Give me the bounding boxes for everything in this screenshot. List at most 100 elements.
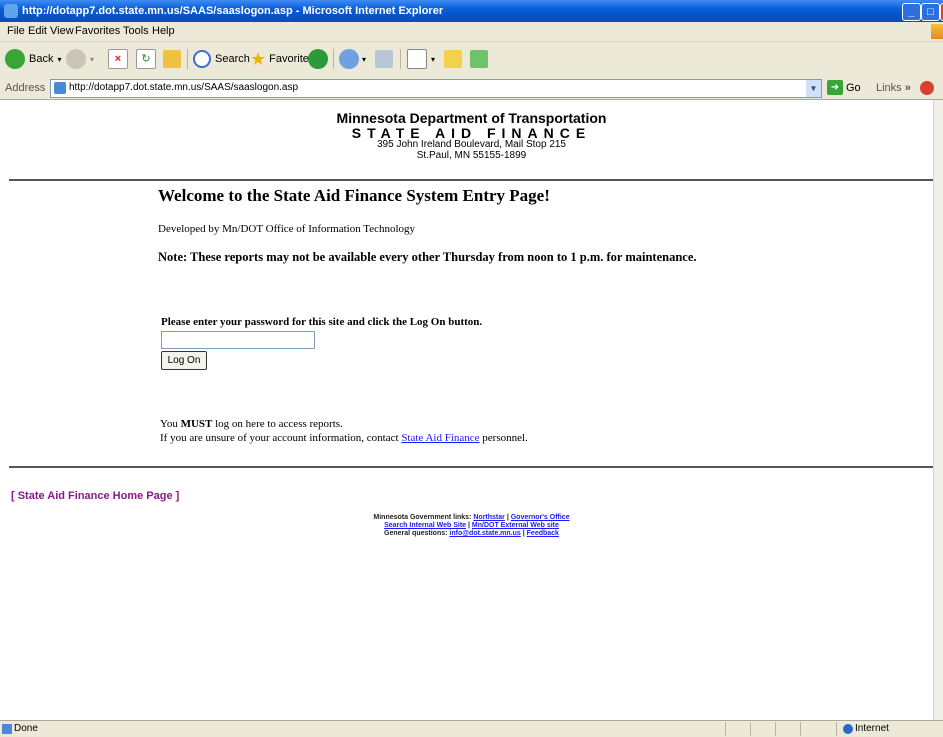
search-button[interactable]: Search xyxy=(193,47,250,71)
menu-favorites[interactable]: Favorites xyxy=(75,25,120,37)
edit-page-icon xyxy=(407,49,427,69)
address-url: http://dotapp7.dot.state.mn.us/SAAS/saas… xyxy=(69,82,299,93)
title-bar: http://dotapp7.dot.state.mn.us/SAAS/saas… xyxy=(0,0,943,22)
status-bar: Done Internet xyxy=(0,720,943,737)
menu-edit[interactable]: Edit xyxy=(28,25,47,37)
chevron-down-icon: ▾ xyxy=(90,54,95,64)
forward-arrow-icon xyxy=(66,49,86,69)
folder-icon xyxy=(444,50,462,68)
must-suffix: log on here to access reports. xyxy=(212,418,343,430)
address-label: Address xyxy=(5,82,46,94)
chevron-down-icon: ▾ xyxy=(431,54,436,64)
status-separator xyxy=(800,722,801,736)
chevron-down-icon: ▾ xyxy=(57,54,62,64)
maintenance-note: Note: These reports may not be available… xyxy=(158,250,697,264)
ie-icon xyxy=(4,4,18,18)
footer-gov-links: Minnesota Government links: Northstar | … xyxy=(0,514,943,521)
star-icon: ★ xyxy=(250,48,267,69)
go-arrow-icon: ➜ xyxy=(827,80,843,95)
must-word: MUST xyxy=(180,418,213,430)
menu-view[interactable]: View xyxy=(50,25,74,37)
search-icon xyxy=(193,50,211,68)
home-page-link[interactable]: [ State Aid Finance Home Page ] xyxy=(11,490,179,502)
address-input[interactable]: http://dotapp7.dot.state.mn.us/SAAS/saas… xyxy=(50,79,822,98)
stop-icon: × xyxy=(108,49,128,69)
minimize-button[interactable]: _ xyxy=(902,3,921,21)
external-site-link[interactable]: Mn/DOT External Web site xyxy=(472,522,559,529)
divider-top xyxy=(9,179,933,181)
must-log-on-text: You MUST log on here to access reports. xyxy=(160,418,343,430)
menu-bar: File Edit View Favorites Tools Help xyxy=(0,22,943,42)
menu-help[interactable]: Help xyxy=(152,25,175,37)
gov-links-label: Minnesota Government links: xyxy=(373,514,474,521)
password-prompt: Please enter your password for this site… xyxy=(161,316,483,328)
email-link[interactable]: info@dot.state.mn.us xyxy=(449,530,520,537)
mail-button[interactable]: ▾ xyxy=(339,47,366,71)
address-bar: Address http://dotapp7.dot.state.mn.us/S… xyxy=(0,77,943,100)
windows-logo-icon xyxy=(931,24,943,39)
menu-tools[interactable]: Tools xyxy=(123,25,149,37)
northstar-link[interactable]: Northstar xyxy=(473,514,505,521)
must-prefix: You xyxy=(160,418,181,430)
back-label: Back xyxy=(29,53,54,65)
refresh-button[interactable]: ↻ xyxy=(136,47,156,71)
discuss-button[interactable] xyxy=(444,47,462,71)
status-separator xyxy=(750,722,751,736)
home-button[interactable] xyxy=(163,47,181,71)
feedback-link[interactable]: Feedback xyxy=(527,530,559,537)
search-label: Search xyxy=(215,53,250,65)
history-button[interactable] xyxy=(308,47,328,71)
toolbar: Back ▾ ▾ × ↻ Search ★ Favorites ▾ ▾ xyxy=(0,42,943,78)
search-internal-link[interactable]: Search Internal Web Site xyxy=(384,522,466,529)
back-button[interactable]: Back ▾ xyxy=(5,47,61,71)
log-on-button[interactable]: Log On xyxy=(161,351,207,370)
general-questions-label: General questions: xyxy=(384,530,450,537)
chevron-down-icon[interactable]: ▼ xyxy=(806,80,821,97)
refresh-icon: ↻ xyxy=(136,49,156,69)
toolbar-extension-icon[interactable] xyxy=(920,81,934,95)
mail-icon xyxy=(339,49,359,69)
state-aid-finance-link[interactable]: State Aid Finance xyxy=(401,432,479,444)
links-button[interactable]: Links » xyxy=(876,82,911,94)
status-separator xyxy=(725,722,726,736)
divider-bottom xyxy=(9,466,933,468)
printer-icon xyxy=(375,50,393,68)
forward-button[interactable]: ▾ xyxy=(66,47,94,71)
history-icon xyxy=(308,49,328,69)
go-button[interactable]: ➜ Go xyxy=(827,80,861,95)
menu-file[interactable]: File xyxy=(7,25,25,37)
address-line-2: St.Paul, MN 55155-1899 xyxy=(416,150,527,161)
page-title: Welcome to the State Aid Finance System … xyxy=(158,186,550,205)
window-title: http://dotapp7.dot.state.mn.us/SAAS/saas… xyxy=(22,5,444,17)
back-arrow-icon xyxy=(5,49,25,69)
security-zone: Internet xyxy=(855,723,889,734)
toolbar-separator xyxy=(333,49,334,69)
contact-prefix: If you are unsure of your account inform… xyxy=(160,432,402,444)
print-button[interactable] xyxy=(375,47,393,71)
vertical-scrollbar[interactable] xyxy=(933,100,943,720)
home-icon xyxy=(163,50,181,68)
footer-site-links: Search Internal Web Site | Mn/DOT Extern… xyxy=(0,522,943,529)
status-separator xyxy=(775,722,776,736)
page-icon xyxy=(54,82,66,94)
stop-button[interactable]: × xyxy=(108,47,128,71)
links-chevron-icon: » xyxy=(904,82,911,94)
favorites-button[interactable]: ★ Favorites xyxy=(250,47,314,71)
toolbar-separator xyxy=(400,49,401,69)
go-label: Go xyxy=(846,81,861,94)
chevron-down-icon: ▾ xyxy=(362,54,367,64)
status-text: Done xyxy=(14,723,38,734)
edit-button[interactable]: ▾ xyxy=(407,47,435,71)
developed-by-text: Developed by Mn/DOT Office of Informatio… xyxy=(158,223,416,235)
footer-contact: General questions: info@dot.state.mn.us … xyxy=(0,530,943,537)
page-done-icon xyxy=(2,724,12,734)
status-separator xyxy=(836,722,837,736)
password-input[interactable] xyxy=(161,331,315,349)
agency-title: Minnesota Department of Transportation xyxy=(336,110,607,126)
address-line-1: 395 John Ireland Boulevard, Mail Stop 21… xyxy=(376,139,566,150)
governor-office-link[interactable]: Governor's Office xyxy=(511,514,570,521)
contact-suffix: personnel. xyxy=(479,432,528,444)
maximize-button[interactable]: □ xyxy=(921,3,940,21)
messenger-button[interactable] xyxy=(470,47,488,71)
globe-icon xyxy=(843,724,853,734)
